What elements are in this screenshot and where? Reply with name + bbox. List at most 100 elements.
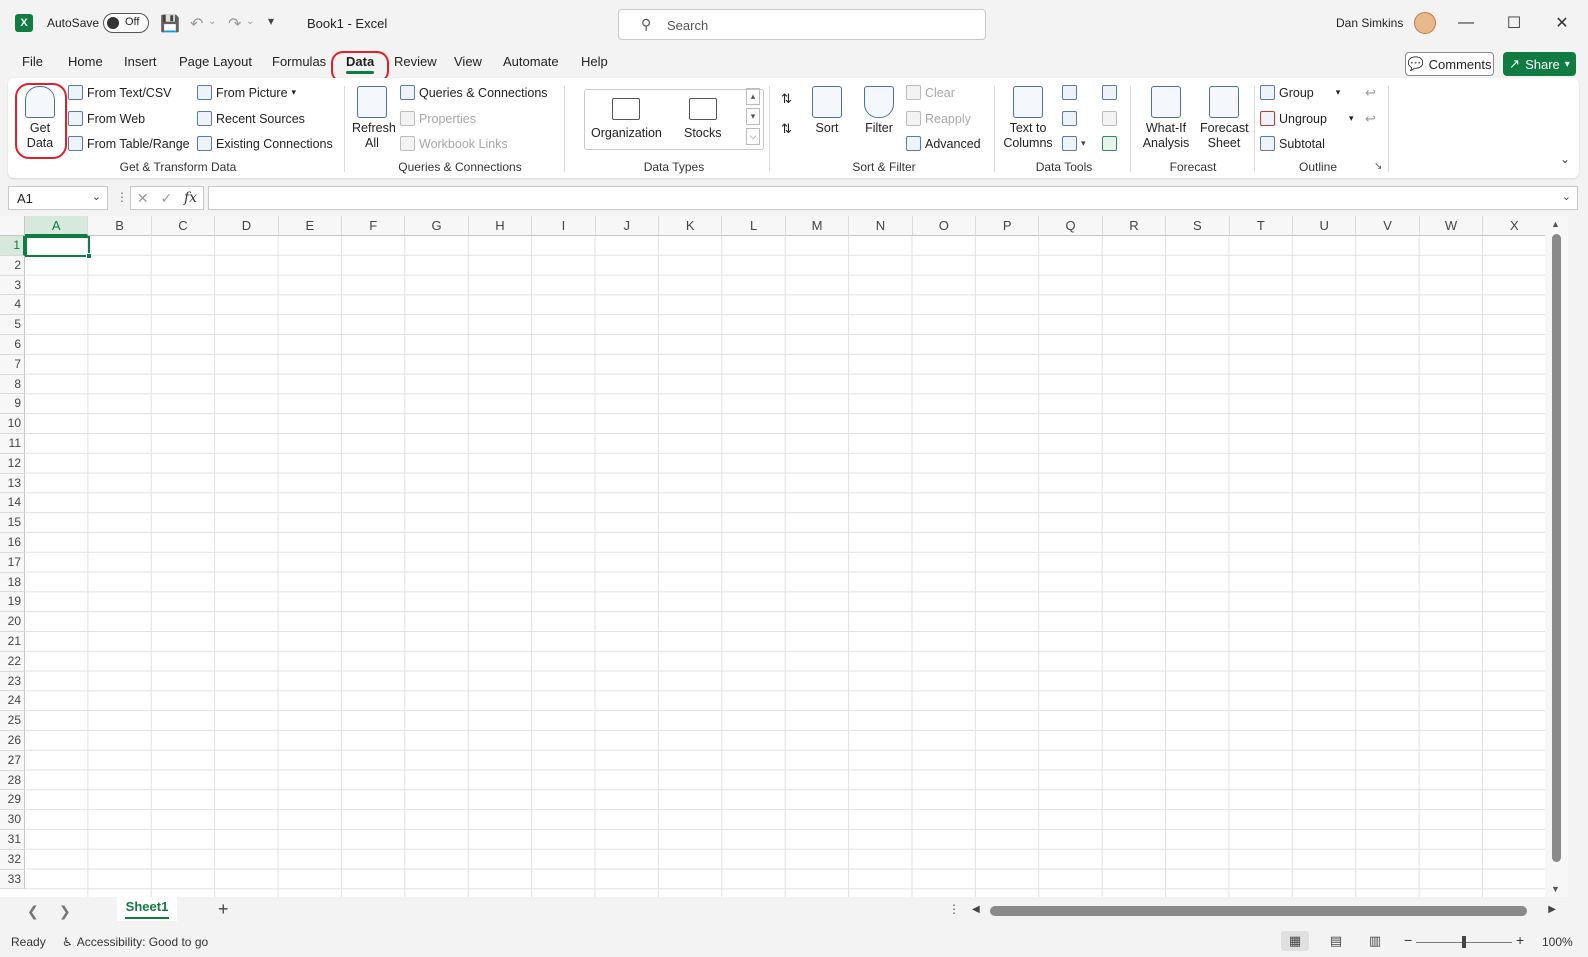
insert-function-icon[interactable]: fx [184,190,197,206]
row-header-19[interactable]: 19 [0,592,25,613]
column-header-v[interactable]: V [1356,216,1420,236]
page-layout-view-icon[interactable]: ▤ [1322,931,1350,951]
advanced-button[interactable]: Advanced [906,136,981,151]
column-header-p[interactable]: P [976,216,1040,236]
subtotal-button[interactable]: Subtotal [1260,136,1325,151]
column-header-s[interactable]: S [1166,216,1230,236]
from-text-csv-button[interactable]: From Text/CSV [68,85,172,100]
maximize-icon[interactable]: ☐ [1494,8,1534,38]
column-header-m[interactable]: M [785,216,850,236]
row-header-8[interactable]: 8 [0,374,25,395]
column-header-x[interactable]: X [1483,216,1547,236]
row-header-4[interactable]: 4 [0,295,25,316]
column-header-h[interactable]: H [468,216,533,236]
row-header-28[interactable]: 28 [0,770,25,791]
consolidate-icon[interactable] [1102,85,1117,100]
more-options-icon[interactable]: ⋮ [116,190,128,204]
organization-button[interactable]: Organization [591,98,662,140]
add-sheet-icon[interactable]: + [218,899,229,920]
data-validation-icon[interactable]: ▾ [1062,136,1086,151]
row-header-9[interactable]: 9 [0,394,25,415]
row-header-26[interactable]: 26 [0,731,25,751]
row-header-21[interactable]: 21 [0,632,25,652]
properties-button[interactable]: Properties [400,111,476,126]
flash-fill-icon[interactable] [1062,85,1077,100]
scroll-up-icon[interactable]: ▲ [1551,219,1560,229]
group-button[interactable]: Group ▾ [1260,85,1340,100]
tab-automate[interactable]: Automate [503,54,559,69]
gallery-down-icon[interactable]: ▾ [746,108,760,125]
tab-help[interactable]: Help [581,54,608,69]
row-header-30[interactable]: 30 [0,810,25,830]
row-header-15[interactable]: 15 [0,513,25,533]
column-header-n[interactable]: N [849,216,913,236]
cell-area[interactable] [25,236,1545,897]
horizontal-scroll-thumb[interactable] [990,906,1527,916]
column-header-r[interactable]: R [1102,216,1167,236]
scroll-right-icon[interactable]: ▶ [1548,904,1556,915]
row-header-32[interactable]: 32 [0,849,25,870]
autosave-toggle[interactable]: Off [103,13,149,33]
from-table-range-button[interactable]: From Table/Range [68,136,190,151]
zoom-level[interactable]: 100% [1542,935,1573,949]
column-header-l[interactable]: L [722,216,786,236]
search-box[interactable]: ⚲ Search [618,9,986,40]
prev-sheet-icon[interactable]: ❮ [27,903,39,920]
name-box[interactable]: A1 ⌄ [8,186,108,210]
tab-review[interactable]: Review [394,54,437,69]
row-header-33[interactable]: 33 [0,869,25,890]
row-header-27[interactable]: 27 [0,750,25,771]
sort-button[interactable]: Sort [810,86,844,136]
row-header-20[interactable]: 20 [0,612,25,632]
row-header-12[interactable]: 12 [0,453,25,474]
from-picture-button[interactable]: From Picture ▾ [197,85,296,100]
row-header-10[interactable]: 10 [0,414,25,434]
row-header-2[interactable]: 2 [0,255,25,276]
existing-connections-button[interactable]: Existing Connections [197,136,333,151]
avatar[interactable] [1414,12,1436,34]
data-model-icon[interactable] [1102,136,1117,151]
text-to-columns-button[interactable]: Text to Columns [1002,86,1054,151]
accessibility-status[interactable]: ♿ Accessibility: Good to go [62,935,208,949]
cancel-icon[interactable]: ✕ [137,190,149,207]
hide-detail-icon[interactable]: ↩ [1365,111,1376,127]
vertical-scrollbar[interactable]: ▲ ▼ [1545,216,1568,897]
column-header-j[interactable]: J [595,216,659,236]
relationships-icon[interactable] [1102,111,1117,126]
active-cell[interactable] [25,236,92,259]
row-header-17[interactable]: 17 [0,552,25,573]
expand-formula-icon[interactable]: ⌄ [1562,190,1571,203]
tab-view[interactable]: View [454,54,482,69]
row-header-25[interactable]: 25 [0,711,25,731]
minimize-icon[interactable]: — [1446,8,1486,38]
show-detail-icon[interactable]: ↩ [1365,85,1376,101]
column-header-c[interactable]: C [151,216,216,236]
outline-dialog-launcher-icon[interactable]: ↘ [1374,161,1382,172]
fill-handle[interactable] [86,253,92,259]
tab-file[interactable]: File [22,54,43,69]
page-break-preview-icon[interactable]: ▥ [1361,931,1389,951]
normal-view-icon[interactable]: ▦ [1281,931,1309,951]
forecast-sheet-button[interactable]: Forecast Sheet [1200,86,1249,151]
row-header-3[interactable]: 3 [0,275,25,296]
sort-ascending-icon[interactable]: ⇅ [781,91,792,107]
enter-icon[interactable]: ✓ [160,190,172,207]
column-header-i[interactable]: I [532,216,596,236]
ribbon-collapse-icon[interactable]: ⌄ [1560,152,1570,166]
row-header-18[interactable]: 18 [0,572,25,593]
row-header-13[interactable]: 13 [0,473,25,494]
customize-toolbar-icon[interactable]: ▾ [268,14,274,28]
undo-dropdown-icon[interactable]: ⌄ [208,16,216,27]
user-name[interactable]: Dan Simkins [1336,16,1403,30]
stocks-button[interactable]: Stocks [684,98,722,140]
tab-insert[interactable]: Insert [124,54,157,69]
row-header-11[interactable]: 11 [0,434,25,454]
column-header-a[interactable]: A [25,216,89,236]
undo-icon[interactable]: ↶ [190,14,203,34]
column-header-e[interactable]: E [278,216,342,236]
row-header-23[interactable]: 23 [0,671,25,692]
row-header-29[interactable]: 29 [0,790,25,811]
refresh-all-button[interactable]: Refresh All [351,86,396,151]
share-button[interactable]: ↗ Share ▾ [1503,52,1576,76]
column-header-b[interactable]: B [88,216,152,236]
